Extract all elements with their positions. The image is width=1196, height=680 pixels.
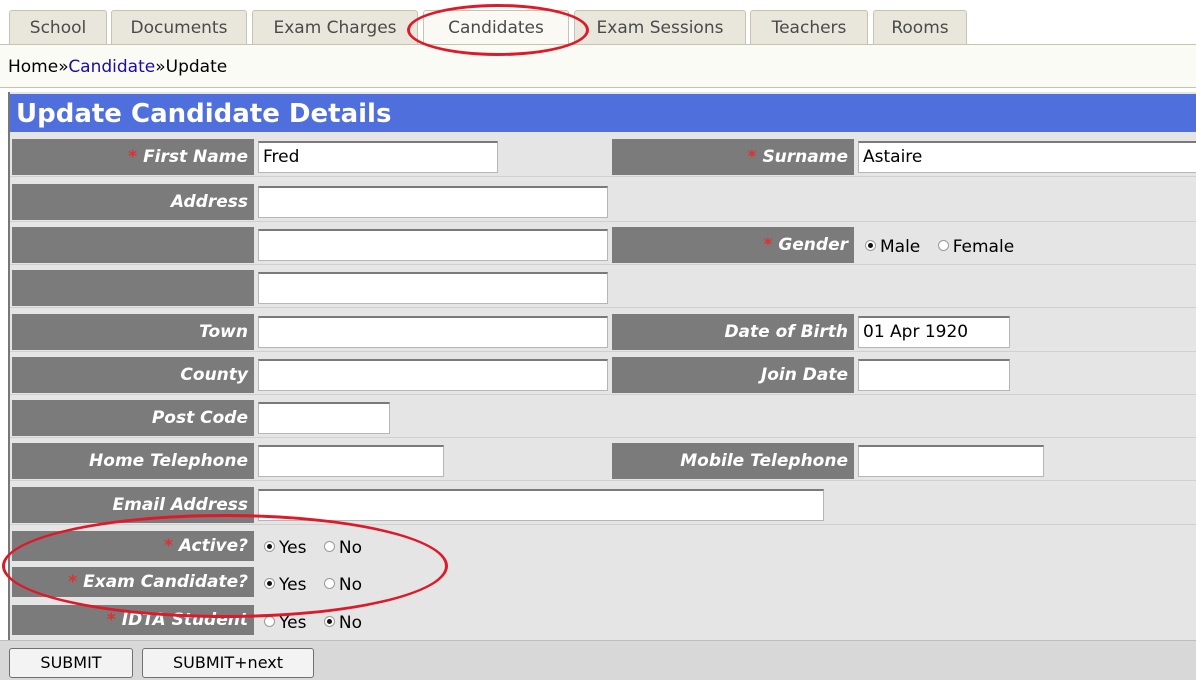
row-address-1: Address xyxy=(10,182,1196,222)
breadcrumb-home[interactable]: Home xyxy=(8,57,58,77)
row-idta-student: * IDTA Student Yes No xyxy=(10,602,1196,640)
surname-label: * Surname xyxy=(612,139,854,175)
post-code-field[interactable] xyxy=(258,402,390,434)
gender-radio-group: Male Female xyxy=(865,227,1026,267)
join-date-label: Join Date xyxy=(612,357,854,393)
active-yes-label: Yes xyxy=(279,538,307,558)
exam-candidate-label: * Exam Candidate? xyxy=(12,567,254,597)
tab-rooms[interactable]: Rooms xyxy=(873,10,967,44)
gender-male-radio[interactable] xyxy=(865,240,876,251)
row-name: * First Name Fred * Surname Astaire xyxy=(10,137,1196,177)
row-email: Email Address xyxy=(10,485,1196,525)
exam-candidate-yes-label: Yes xyxy=(279,575,307,595)
home-telephone-label: Home Telephone xyxy=(12,443,254,479)
exam-candidate-yes-radio[interactable] xyxy=(264,578,275,589)
active-no-radio[interactable] xyxy=(323,541,335,552)
row-telephone: Home Telephone Mobile Telephone xyxy=(10,441,1196,481)
row-post-code: Post Code xyxy=(10,398,1196,438)
idta-student-yes-label: Yes xyxy=(279,613,307,633)
cropped-header-text xyxy=(0,0,1196,10)
active-radio-group: Yes No xyxy=(264,528,374,568)
row-county: County Join Date xyxy=(10,355,1196,395)
first-name-field[interactable]: Fred xyxy=(258,141,498,173)
gender-label: * Gender xyxy=(612,227,854,263)
gender-male-label: Male xyxy=(880,237,921,257)
mobile-telephone-field[interactable] xyxy=(858,445,1044,477)
row-exam-candidate: * Exam Candidate? Yes No xyxy=(10,564,1196,602)
address-line2-field[interactable] xyxy=(258,229,608,261)
required-marker: * xyxy=(763,235,773,255)
address-blank-label xyxy=(12,270,254,306)
county-label: County xyxy=(12,357,254,393)
breadcrumb-candidate-link[interactable]: Candidate xyxy=(68,57,155,77)
active-no-label: No xyxy=(338,538,362,558)
tab-school[interactable]: School xyxy=(9,10,107,44)
tab-teachers[interactable]: Teachers xyxy=(750,10,868,44)
idta-student-radio-group: Yes No xyxy=(264,602,374,644)
required-marker: * xyxy=(68,572,78,592)
active-label: * Active? xyxy=(12,531,254,561)
town-field[interactable] xyxy=(258,316,608,348)
exam-candidate-no-label: No xyxy=(338,575,362,595)
idta-student-yes-radio[interactable] xyxy=(264,616,275,627)
submit-next-button[interactable]: SUBMIT+next xyxy=(142,648,314,678)
tab-exam-sessions[interactable]: Exam Sessions xyxy=(574,10,746,44)
tab-candidates[interactable]: Candidates xyxy=(423,10,569,44)
row-address-2: * Gender Male Female xyxy=(10,225,1196,265)
row-town: Town Date of Birth 01 Apr 1920 xyxy=(10,312,1196,352)
breadcrumb: Home»Candidate»Update xyxy=(0,44,1196,88)
required-marker: * xyxy=(163,536,173,556)
join-date-field[interactable] xyxy=(858,359,1010,391)
active-yes-radio[interactable] xyxy=(264,541,275,552)
idta-student-no-label: No xyxy=(338,613,362,633)
home-telephone-field[interactable] xyxy=(258,445,444,477)
tab-bar: School Documents Exam Charges Candidates… xyxy=(0,10,1196,44)
required-marker: * xyxy=(128,147,138,167)
tab-documents[interactable]: Documents xyxy=(111,10,247,44)
breadcrumb-separator: » xyxy=(155,57,166,77)
row-active: * Active? Yes No xyxy=(10,528,1196,564)
breadcrumb-update: Update xyxy=(165,57,228,77)
mobile-telephone-label: Mobile Telephone xyxy=(612,443,854,479)
button-bar: SUBMIT SUBMIT+next xyxy=(0,640,1196,680)
date-of-birth-field[interactable]: 01 Apr 1920 xyxy=(858,316,1010,348)
address-label: Address xyxy=(12,184,254,220)
required-marker: * xyxy=(747,147,757,167)
gender-female-label: Female xyxy=(952,237,1015,257)
email-address-field[interactable] xyxy=(258,489,824,521)
address-blank-label xyxy=(12,227,254,263)
breadcrumb-separator: » xyxy=(58,57,69,77)
idta-student-label: * IDTA Student xyxy=(12,605,254,635)
exam-candidate-radio-group: Yes No xyxy=(264,564,374,606)
required-marker: * xyxy=(106,610,116,630)
address-line1-field[interactable] xyxy=(258,186,608,218)
row-address-3 xyxy=(10,268,1196,308)
county-field[interactable] xyxy=(258,359,608,391)
exam-candidate-no-radio[interactable] xyxy=(323,578,335,589)
address-line3-field[interactable] xyxy=(258,272,608,304)
date-of-birth-label: Date of Birth xyxy=(612,314,854,350)
town-label: Town xyxy=(12,314,254,350)
post-code-label: Post Code xyxy=(12,400,254,436)
idta-student-no-radio[interactable] xyxy=(323,616,335,627)
submit-button[interactable]: SUBMIT xyxy=(9,648,133,678)
email-address-label: Email Address xyxy=(12,487,254,523)
gender-female-radio[interactable] xyxy=(937,240,949,251)
first-name-label: * First Name xyxy=(12,139,254,175)
tab-exam-charges[interactable]: Exam Charges xyxy=(252,10,418,44)
page-title: Update Candidate Details xyxy=(10,94,1196,132)
surname-field[interactable]: Astaire xyxy=(858,141,1196,173)
